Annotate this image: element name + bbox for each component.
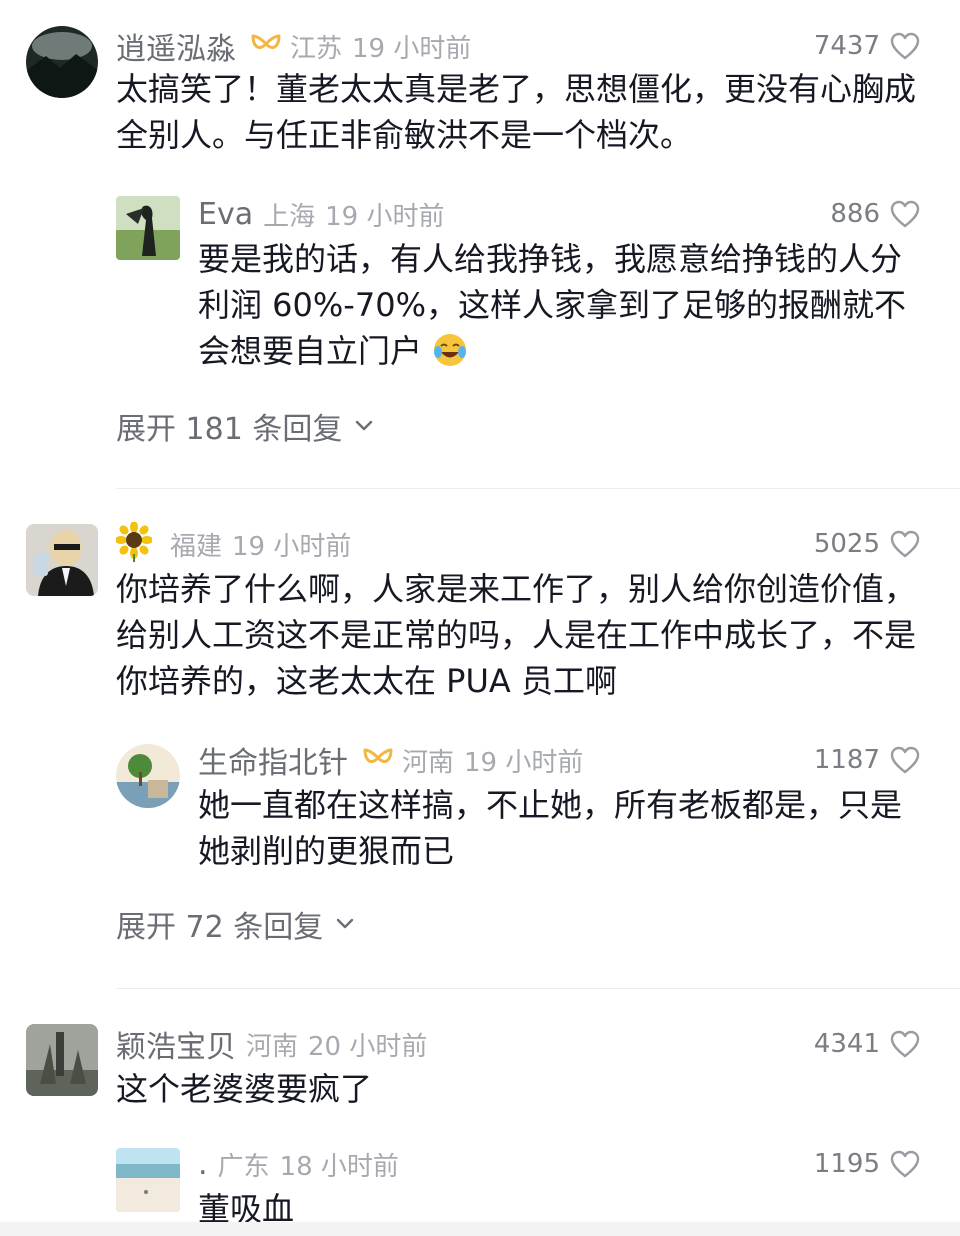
- expand-replies-label: 展开 181 条回复: [116, 412, 343, 447]
- like-button[interactable]: 5025: [814, 524, 920, 564]
- location: 河南: [246, 1031, 299, 1062]
- expand-replies-label: 展开 72 条回复: [116, 910, 324, 945]
- reply-avatar[interactable]: [116, 196, 180, 260]
- location: 江苏: [290, 33, 343, 64]
- fan-badge-icon: [250, 33, 282, 59]
- avatar-image: [26, 26, 98, 98]
- divider: [116, 488, 960, 489]
- heart-icon: [890, 200, 920, 228]
- reply-avatar[interactable]: [116, 1148, 180, 1212]
- reply-timestamp: 18 小时前: [279, 1151, 399, 1182]
- avatar-image: [26, 1024, 98, 1096]
- timestamp: 19 小时前: [232, 531, 352, 562]
- bottom-bar: [0, 1222, 960, 1236]
- reply-like-count: 886: [830, 199, 880, 229]
- laughing-crying-emoji-icon: [432, 332, 468, 380]
- reply-like-button[interactable]: 1187: [814, 740, 920, 780]
- reply-like-button[interactable]: 886: [830, 194, 920, 234]
- avatar[interactable]: [26, 1024, 98, 1096]
- reply-username[interactable]: .: [198, 1147, 208, 1182]
- username[interactable]: 颖浩宝贝: [116, 1022, 236, 1066]
- sunflower-icon: [115, 521, 153, 566]
- reply-like-count: 1195: [813, 1149, 880, 1179]
- reply-location: 河南: [402, 747, 455, 778]
- timestamp: 19 小时前: [352, 33, 472, 64]
- comment-text: 你培养了什么啊，人家是来工作了，别人给你创造价值，给别人工资这不是正常的吗，人是…: [116, 570, 917, 700]
- chevron-down-icon: [356, 420, 373, 431]
- expand-replies-button[interactable]: 展开 181 条回复: [116, 404, 376, 448]
- reply-location: 广东: [217, 1151, 270, 1182]
- like-count: 4341: [813, 1029, 880, 1059]
- heart-icon: [890, 746, 920, 774]
- heart-icon: [890, 1150, 920, 1178]
- like-count: 5025: [813, 529, 880, 559]
- like-button[interactable]: 7437: [814, 26, 920, 66]
- username[interactable]: 逍遥泓淼: [116, 24, 236, 68]
- reply-text: 要是我的话，有人给我挣钱，我愿意给挣钱的人分利润 60%-70%，这样人家拿到了…: [198, 236, 920, 380]
- heart-icon: [890, 32, 920, 60]
- divider: [116, 988, 960, 989]
- heart-icon: [890, 1030, 920, 1058]
- fan-badge-icon: [362, 747, 394, 773]
- timestamp: 20 小时前: [308, 1031, 428, 1062]
- avatar[interactable]: [26, 524, 98, 596]
- reply-text: 她一直都在这样搞，不止她，所有老板都是，只是她剥削的更狠而已: [198, 786, 903, 870]
- reply-timestamp: 19 小时前: [464, 747, 584, 778]
- like-count: 7437: [813, 31, 880, 61]
- avatar-image: [26, 524, 98, 596]
- like-button[interactable]: 4341: [814, 1024, 920, 1064]
- reply-avatar[interactable]: [116, 744, 180, 808]
- avatar-image: [116, 744, 180, 808]
- comment-text: 太搞笑了！董老太太真是老了，思想僵化，更没有心胸成全别人。与任正非俞敏洪不是一个…: [116, 70, 917, 154]
- reply-username[interactable]: 生命指北针: [198, 738, 348, 782]
- reply-username[interactable]: Eva: [198, 197, 253, 232]
- avatar-image: [116, 1148, 180, 1212]
- avatar-image: [116, 196, 180, 260]
- chevron-down-icon: [337, 918, 354, 929]
- reply-text-content: 要是我的话，有人给我挣钱，我愿意给挣钱的人分利润 60%-70%，这样人家拿到了…: [198, 240, 906, 370]
- reply-like-count: 1187: [813, 745, 880, 775]
- heart-icon: [890, 530, 920, 558]
- comment-text: 这个老婆婆要疯了: [116, 1070, 373, 1108]
- reply-like-button[interactable]: 1195: [814, 1144, 920, 1184]
- reply-location: 上海: [263, 201, 316, 232]
- expand-replies-button[interactable]: 展开 72 条回复: [116, 902, 357, 946]
- location: 福建: [170, 531, 223, 562]
- avatar[interactable]: [26, 26, 98, 98]
- reply-timestamp: 19 小时前: [325, 201, 445, 232]
